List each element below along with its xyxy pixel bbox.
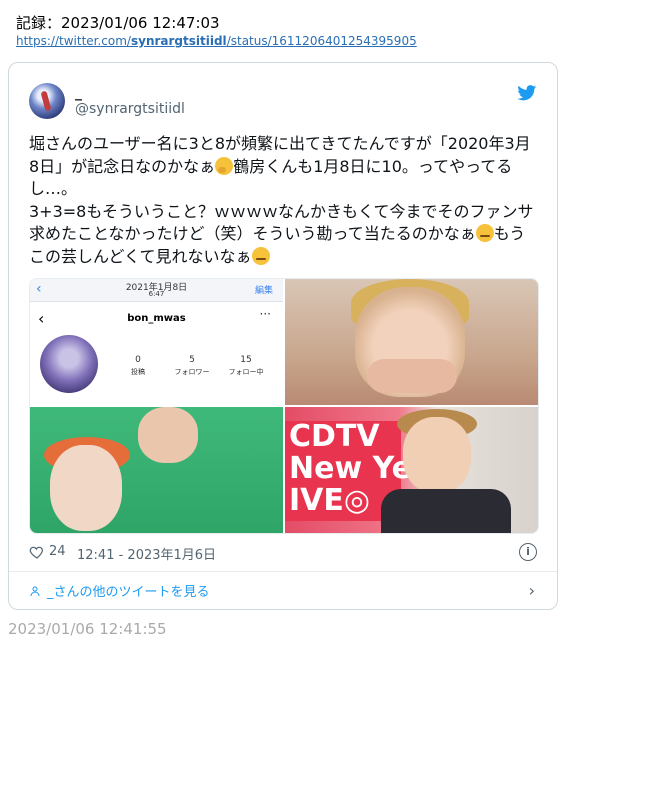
persevering-face-emoji [475,224,494,242]
photo-face-shape [138,407,198,463]
heart-icon[interactable] [29,544,45,560]
photo-face-shape [403,417,471,493]
url-user: synrargtsitiidl [130,34,227,48]
screenshot-edit-label: 編集 [254,286,273,296]
more-dots-icon: ··· [259,307,271,321]
more-tweets-link[interactable]: _さんの他のツイートを見る [29,581,210,600]
photo-suit-shape [381,489,511,533]
url-suffix: /status/1611206401254395905 [226,34,417,48]
display-name[interactable]: _ [75,85,82,101]
tweet-text: 堀さんのユーザー名に3と8が頻繁に出てきてたんですが「2020年3月8日」が記念… [29,133,537,268]
tweet-card: _ @synrargtsitiidl 堀さんのユーザー名に3と8が頻繁に出てきて… [8,62,558,610]
like-count[interactable]: 24 [49,544,66,559]
chevron-right-icon[interactable]: › [529,581,535,600]
profile-picture [40,335,98,393]
user-handle[interactable]: @synrargtsitiidl [75,101,185,117]
person-icon [30,586,40,597]
stat-label: フォロー中 [228,368,264,376]
twitter-bird-icon[interactable] [517,85,537,101]
tweet-timestamp[interactable]: 12:41 - 2023年1月6日 [77,544,216,563]
screenshot-username: bon_mwas [127,313,186,324]
stat-following: 15 フォロー中 [216,355,276,377]
url-prefix: https://twitter.com/ [16,34,131,48]
persevering-face-emoji [251,246,270,265]
stat-label: フォロワー [174,368,210,376]
record-timestamp: 記録：2023/01/06 12:47:03 [16,14,220,32]
stat-value: 0 [135,355,141,365]
stat-value: 5 [189,355,195,365]
media-photo-2[interactable] [285,279,538,405]
stat-followers: 5 フォロワー [162,355,222,377]
more-tweets-label: _さんの他のツイートを見る [47,585,210,600]
tweet-meta-row: 24 12:41 - 2023年1月6日 i [29,543,537,563]
media-grid: ‹ 2021年1月8日 6:47 編集 ‹ bon_mwas ··· 0 投稿 … [29,278,539,534]
phone-status-bar: ‹ 2021年1月8日 6:47 編集 [30,279,283,302]
stat-label: 投稿 [131,368,145,376]
media-photo-4[interactable]: CDTV New Ye IVE◎ [285,407,538,533]
screenshot-time: 6:47 [148,290,165,298]
photo-hands-shape [367,359,457,393]
divider [9,571,557,572]
media-photo-3[interactable] [30,407,283,533]
info-icon[interactable]: i [519,543,537,561]
footer-timestamp: 2023/01/06 12:41:55 [8,620,167,638]
avatar[interactable] [29,83,65,119]
stat-value: 15 [240,355,252,365]
photo-face-shape [50,445,122,531]
media-photo-1[interactable]: ‹ 2021年1月8日 6:47 編集 ‹ bon_mwas ··· 0 投稿 … [30,279,283,405]
stat-posts: 0 投稿 [108,355,168,377]
tweet-url-link[interactable]: https://twitter.com/synrargtsitiidl/stat… [16,34,417,48]
thinking-face-emoji [215,156,234,175]
